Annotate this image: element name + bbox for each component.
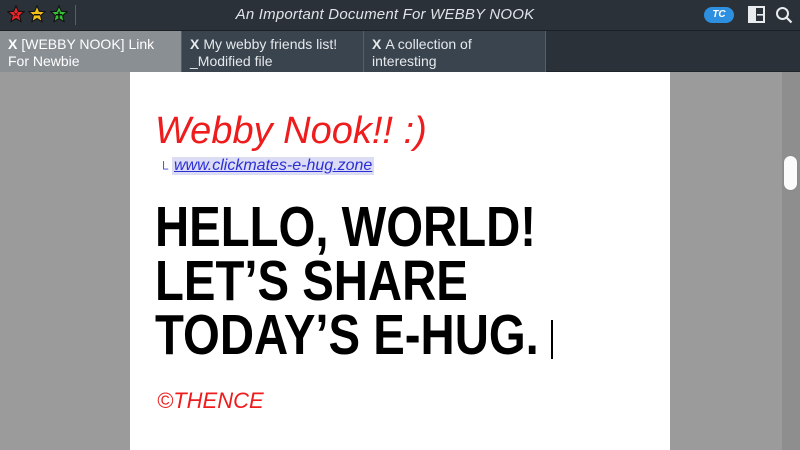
tab-close-icon[interactable]: X: [8, 36, 17, 52]
body-line-3: TODAY’S E-HUG.: [155, 303, 539, 367]
tab-webby-nook-link[interactable]: X [WEBBY NOOK] Link For Newbie: [0, 31, 182, 72]
search-icon[interactable]: [775, 6, 793, 24]
title-bar: ✕ An Important Document For WEBBY NOOK T…: [0, 0, 800, 31]
tab-label: My webby friends list! _Modified file: [190, 36, 338, 69]
window-title: An Important Document For WEBBY NOOK: [235, 6, 535, 23]
scrollbar-thumb[interactable]: [783, 155, 798, 191]
website-link[interactable]: www.clickmates-e-hug.zone: [172, 157, 375, 175]
tc-badge[interactable]: TC: [704, 7, 734, 23]
body-line-2: LET’S SHARE: [155, 249, 468, 313]
tab-webby-friends-list[interactable]: X My webby friends list! _Modified file: [182, 31, 364, 72]
tab-close-icon[interactable]: X: [372, 36, 381, 52]
tab-bar: X [WEBBY NOOK] Link For Newbie X My webby …: [0, 31, 800, 86]
right-gutter: [670, 72, 782, 450]
svg-text:✕: ✕: [13, 10, 19, 19]
copyright-text: ©THENCE: [157, 388, 264, 413]
link-arrow-icon: └: [159, 161, 169, 176]
document-body-text: HELLO, WORLD! LET’S SHARE TODAY’S E-HUG.: [155, 195, 539, 367]
text-cursor: [551, 320, 553, 359]
tab-label: [WEBBY NOOK] Link For Newbie: [8, 36, 155, 69]
close-window-star-icon[interactable]: ✕: [7, 5, 25, 23]
tab-close-icon[interactable]: X: [190, 36, 199, 52]
minimize-window-star-icon[interactable]: [28, 5, 46, 23]
tab-interesting-links[interactable]: XA collection of interesting links(24110…: [364, 31, 546, 86]
title-separator: [75, 5, 76, 25]
maximize-window-star-icon[interactable]: [50, 5, 68, 23]
document-heading: Webby Nook!! :): [155, 110, 427, 152]
body-line-1: HELLO, WORLD!: [155, 195, 537, 259]
layout-panels-icon[interactable]: [748, 6, 765, 23]
vertical-scrollbar[interactable]: [782, 72, 800, 450]
